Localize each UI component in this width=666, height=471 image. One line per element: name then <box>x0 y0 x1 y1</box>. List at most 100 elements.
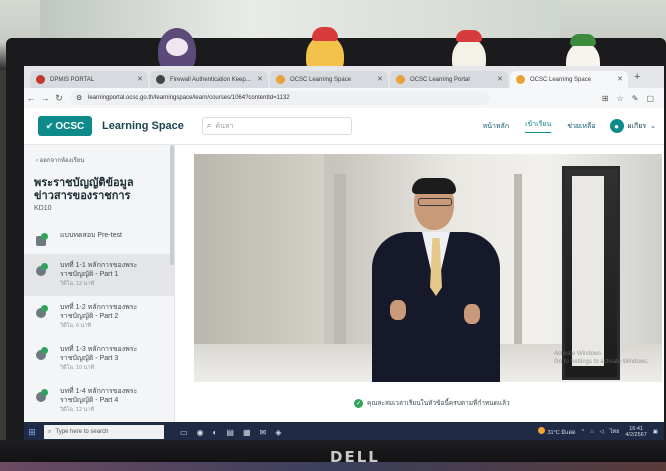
lesson-title: บทที่ 1-3 หลักการของพระ <box>60 346 138 353</box>
course-title: พระราชบัญญัติข้อมูล ข่าวสารของราชการ <box>24 165 174 203</box>
taskbar-search-placeholder: Type here to search <box>55 429 109 435</box>
app-icon[interactable]: ◈ <box>275 428 281 437</box>
sidebar-icon[interactable]: ▢ <box>646 94 654 103</box>
monitor-screen: DPMIS PORTAL ✕ Firewall Authentication K… <box>24 66 664 442</box>
weather-text: 31°C มีแดด <box>547 430 576 436</box>
bookmark-star-icon[interactable]: ☆ <box>617 94 624 103</box>
favicon-icon <box>516 75 525 84</box>
store-icon[interactable]: ▦ <box>243 428 251 437</box>
user-menu[interactable]: ● ผเกียร ⌄ <box>609 119 656 133</box>
tab-label: DPMIS PORTAL <box>50 76 95 83</box>
weather-widget[interactable]: 31°C มีแดด <box>538 427 576 437</box>
watermark-line2: Go to Settings to activate Windows. <box>554 359 649 365</box>
user-name: ผเกียร <box>627 122 647 130</box>
ocsc-logo[interactable]: ✔ OCSC <box>38 116 92 136</box>
nav-learn[interactable]: เข้าเรียน <box>525 119 552 133</box>
clock-date: 4/2/2567 <box>625 432 647 438</box>
desk-surface <box>0 462 666 471</box>
favicon-icon <box>276 75 285 84</box>
course-title-line1: พระราชบัญญัติข้อมูล <box>34 177 134 189</box>
windows-start-icon[interactable]: ⊞ <box>24 427 40 438</box>
browser-tab[interactable]: DPMIS PORTAL ✕ <box>30 71 148 88</box>
quiz-doc-icon <box>34 233 48 247</box>
lesson-meta: วิดีโอ, 12 นาที <box>60 407 95 413</box>
tab-label: OCSC Learning Space <box>530 76 592 83</box>
nav-help[interactable]: ช่วยเหลือ <box>567 121 595 132</box>
site-title: Learning Space <box>102 120 184 132</box>
video-player[interactable]: Activate Windows Go to Settings to activ… <box>194 154 662 382</box>
tray-chevron-icon[interactable]: ^ <box>582 429 585 435</box>
tab-label: Firewall Authentication Keep... <box>170 76 251 83</box>
mail-icon[interactable]: ✉ <box>260 428 267 437</box>
close-icon[interactable]: ✕ <box>497 75 503 83</box>
sun-icon <box>538 427 546 434</box>
extensions-icon[interactable]: ✎ <box>632 94 639 103</box>
address-bar[interactable]: ⚙ learningportal.ocsc.go.th/learningspac… <box>70 91 490 105</box>
search-placeholder: ค้นหา <box>215 122 234 130</box>
course-code: KD10 <box>34 205 52 212</box>
language-indicator[interactable]: ไทย <box>610 428 620 436</box>
video-scene-pillar <box>514 174 522 349</box>
clock[interactable]: 16:41 4/2/2567 <box>625 426 646 438</box>
lesson-title-line2: ราชบัญญัติ - Part 3 <box>60 355 119 362</box>
course-sidebar: ‹ ออกจากห้องเรียน พระราชบัญญัติข้อมูล ข่… <box>24 145 175 429</box>
search-icon: ⌕ <box>48 428 52 435</box>
close-icon[interactable]: ✕ <box>257 75 263 83</box>
notification-icon[interactable]: ▣ <box>653 429 658 435</box>
lesson-item[interactable]: แบบทดสอบ Pre-test <box>24 224 174 254</box>
site-info-icon[interactable]: ⚙ <box>76 94 82 102</box>
lesson-item[interactable]: บทที่ 1-2 หลักการของพระ ราชบัญญัติ - Par… <box>24 296 174 338</box>
favicon-icon <box>156 75 165 84</box>
user-avatar-icon: ● <box>609 119 624 133</box>
activate-windows-watermark: Activate Windows Go to Settings to activ… <box>554 350 649 366</box>
forward-arrow-icon[interactable]: → <box>38 93 52 103</box>
close-icon[interactable]: ✕ <box>617 75 623 83</box>
lesson-title: บทที่ 1-1 หลักการของพระ <box>60 262 138 269</box>
lesson-item[interactable]: บทที่ 1-3 หลักการของพระ ราชบัญญัติ - Par… <box>24 338 174 380</box>
reload-icon[interactable]: ↻ <box>52 93 66 104</box>
lesson-title-line2: ราชบัญญัติ - Part 1 <box>60 271 119 278</box>
back-label: ออกจากห้องเรียน <box>39 158 85 164</box>
tab-label: OCSC Learning Portal <box>410 76 470 83</box>
completion-text: คุณสะสมเวลาเรียนในหัวข้อนี้ครบตามที่กำหน… <box>367 400 510 407</box>
main-nav: หน้าหลัก เข้าเรียน ช่วยเหลือ <box>483 119 596 133</box>
back-to-course-link[interactable]: ‹ ออกจากห้องเรียน <box>24 145 174 165</box>
volume-icon[interactable]: ◁ <box>600 429 604 435</box>
video-complete-icon <box>34 305 48 319</box>
taskbar-search-input[interactable]: ⌕ Type here to search <box>44 425 164 439</box>
close-icon[interactable]: ✕ <box>377 75 383 83</box>
chrome-icon[interactable]: ◉ <box>197 428 204 437</box>
browser-tab[interactable]: Firewall Authentication Keep... ✕ <box>150 71 268 88</box>
new-tab-icon[interactable]: + <box>634 71 640 83</box>
sidebar-scrollbar[interactable] <box>170 145 174 265</box>
lesson-title: บทที่ 1-2 หลักการของพระ <box>60 304 138 311</box>
browser-tab[interactable]: OCSC Learning Portal ✕ <box>390 71 508 88</box>
lesson-title-line2: ราชบัญญัติ - Part 2 <box>60 313 119 320</box>
back-arrow-icon[interactable]: ← <box>24 93 38 103</box>
browser-tab-active[interactable]: OCSC Learning Space ✕ <box>510 71 628 88</box>
task-view-icon[interactable]: ▭ <box>180 428 188 437</box>
nav-home[interactable]: หน้าหลัก <box>483 121 509 132</box>
watermark-line1: Activate Windows <box>554 351 602 357</box>
search-icon: ⌕ <box>206 121 212 130</box>
lesson-item[interactable]: บทที่ 1-4 หลักการของพระ ราชบัญญัติ - Par… <box>24 380 174 422</box>
tab-label: OCSC Learning Space <box>290 76 352 83</box>
search-input[interactable]: ⌕ ค้นหา <box>201 117 352 135</box>
close-icon[interactable]: ✕ <box>137 75 143 83</box>
favicon-icon <box>396 75 405 84</box>
edge-icon[interactable]: ◐ <box>213 428 218 437</box>
network-icon[interactable]: ⌂ <box>590 429 593 435</box>
video-scene-pillar <box>334 174 346 349</box>
video-complete-icon <box>34 347 48 361</box>
browser-toolbar: ← → ↻ ⚙ learningportal.ocsc.go.th/learni… <box>24 88 664 108</box>
lesson-title: บทที่ 1-4 หลักการของพระ <box>60 388 138 395</box>
translate-icon[interactable]: ⊞ <box>602 94 609 103</box>
video-complete-icon <box>34 263 48 277</box>
lesson-item-selected[interactable]: บทที่ 1-1 หลักการของพระ ราชบัญญัติ - Par… <box>24 254 174 296</box>
file-explorer-icon[interactable]: ▤ <box>226 428 234 437</box>
presenter <box>372 178 500 382</box>
browser-tab[interactable]: OCSC Learning Space ✕ <box>270 71 388 88</box>
lesson-title: แบบทดสอบ Pre-test <box>60 232 122 239</box>
lesson-title-line2: ราชบัญญัติ - Part 4 <box>60 397 119 404</box>
windows-taskbar: ⊞ ⌕ Type here to search ▭ ◉ ◐ ▤ ▦ ✉ ◈ 31… <box>24 422 664 442</box>
